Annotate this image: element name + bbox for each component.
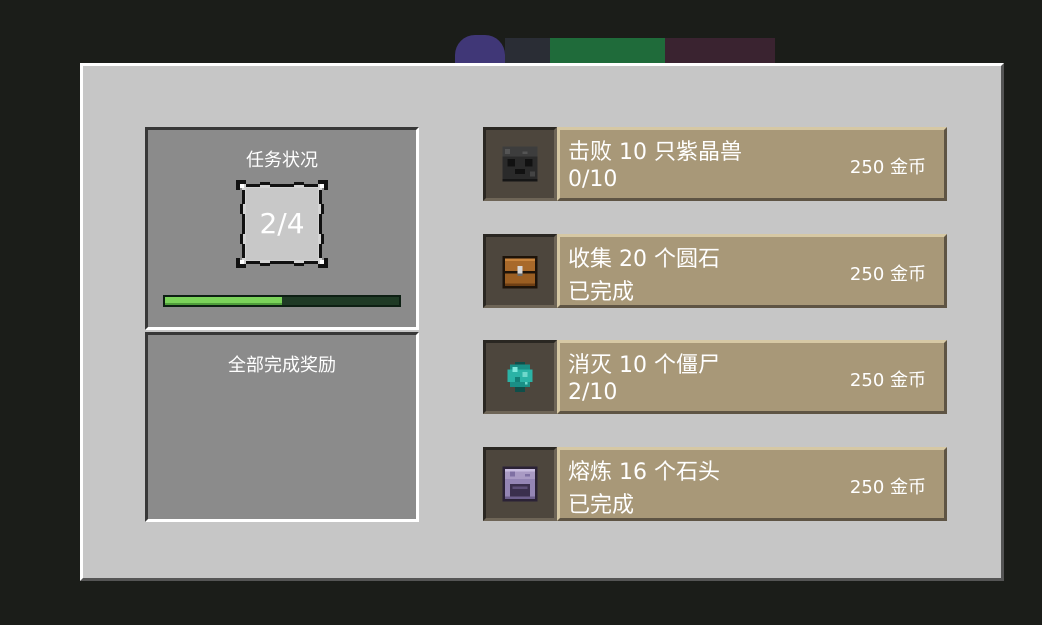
quest-progress-text: 已完成 <box>568 280 635 305</box>
quest-progress-text: 2/10 <box>568 380 618 405</box>
quest-counter-frame: 2/4 <box>236 178 328 270</box>
quest-icon-slot <box>483 447 557 521</box>
quest-body: 收集 20 个圆石 已完成 250 金币 <box>557 234 947 308</box>
chest-icon <box>502 256 538 289</box>
quest-progress-text: 已完成 <box>568 493 635 518</box>
quest-row[interactable]: 击败 10 只紫晶兽 0/10 250 金币 <box>483 127 947 201</box>
completion-reward-box: 全部完成奖励 <box>145 332 419 522</box>
diamond-ore-icon <box>507 362 533 392</box>
quest-progress-bar <box>163 295 401 307</box>
furnace-icon <box>502 466 538 502</box>
quest-counter: 2/4 <box>259 207 305 240</box>
quest-reward: 250 金币 <box>849 477 926 498</box>
quest-title: 收集 20 个圆石 <box>568 247 720 272</box>
quest-icon-slot <box>483 234 557 308</box>
quest-title: 消灭 10 个僵尸 <box>568 353 720 378</box>
quest-reward: 250 金币 <box>849 370 926 391</box>
background-bar-purple <box>455 35 505 63</box>
quest-reward: 250 金币 <box>849 157 926 178</box>
quest-row[interactable]: 消灭 10 个僵尸 2/10 250 金币 <box>483 340 947 414</box>
quest-progress-fill <box>165 297 282 305</box>
quest-row[interactable]: 熔炼 16 个石头 已完成 250 金币 <box>483 447 947 521</box>
quest-row[interactable]: 收集 20 个圆石 已完成 250 金币 <box>483 234 947 308</box>
quest-body: 消灭 10 个僵尸 2/10 250 金币 <box>557 340 947 414</box>
completion-reward-title: 全部完成奖励 <box>228 355 336 376</box>
quest-body: 熔炼 16 个石头 已完成 250 金币 <box>557 447 947 521</box>
background-bar-red <box>665 38 775 63</box>
quest-title: 击败 10 只紫晶兽 <box>568 140 742 165</box>
quest-icon-slot <box>483 340 557 414</box>
quest-panel: 任务状况 2/4 全部完成奖励 击败 10 只紫晶兽 0/10 250 金币 收… <box>80 63 1004 581</box>
quest-body: 击败 10 只紫晶兽 0/10 250 金币 <box>557 127 947 201</box>
quest-title: 熔炼 16 个石头 <box>568 460 720 485</box>
background-bar-dark <box>505 38 550 63</box>
quest-reward: 250 金币 <box>849 264 926 285</box>
quest-status-title: 任务状况 <box>246 150 318 171</box>
quest-status-box: 任务状况 2/4 <box>145 127 419 330</box>
wither-skull-block-icon <box>502 146 538 182</box>
quest-icon-slot <box>483 127 557 201</box>
quest-progress-text: 0/10 <box>568 167 618 192</box>
background-bar-green <box>550 38 665 63</box>
